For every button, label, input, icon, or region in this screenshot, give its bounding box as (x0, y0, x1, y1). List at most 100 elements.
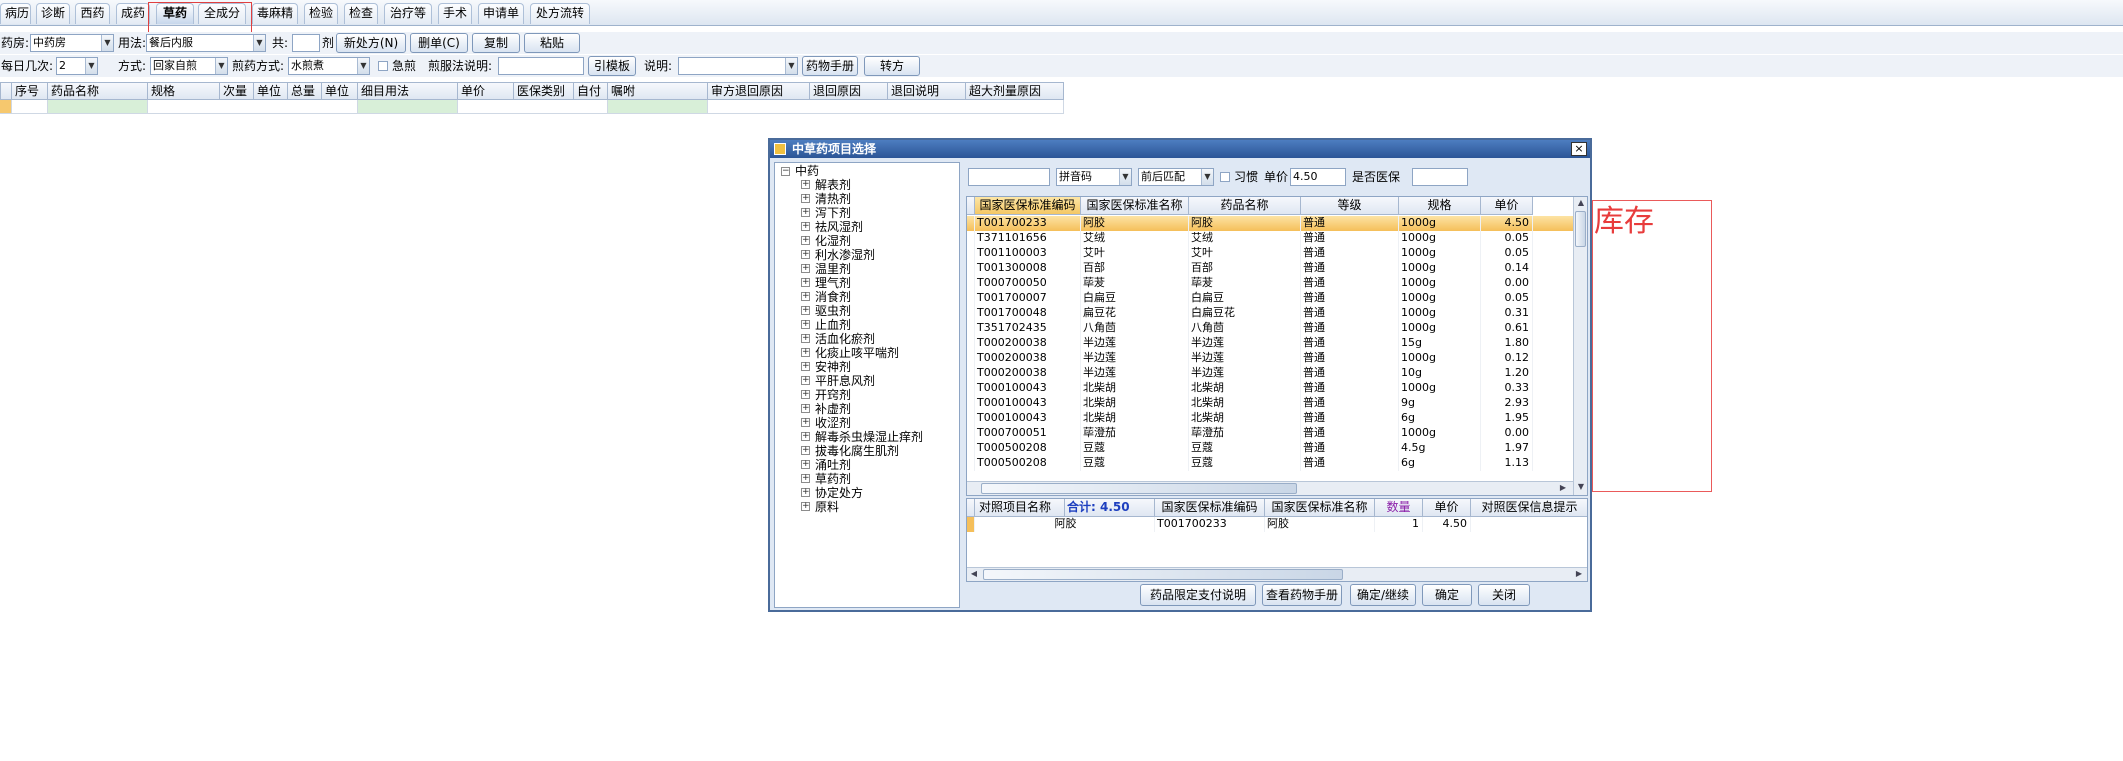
expand-icon[interactable]: + (801, 474, 810, 483)
table-cell[interactable]: 阿胶 (1189, 216, 1301, 231)
table-cell[interactable] (708, 100, 1064, 114)
table-cell[interactable]: 豆蔻 (1189, 441, 1301, 456)
table-cell[interactable]: 荜茇 (1081, 276, 1189, 291)
table-cell[interactable]: 1000g (1399, 246, 1481, 261)
row-indicator[interactable] (0, 100, 12, 114)
payment-restriction-button[interactable]: 药品限定支付说明 (1140, 584, 1256, 606)
table-cell[interactable]: 半边莲 (1189, 351, 1301, 366)
tree-root[interactable]: 中药 (795, 164, 819, 178)
table-cell[interactable]: 半边莲 (1081, 351, 1189, 366)
table-cell[interactable]: T001300008 (975, 261, 1081, 276)
expand-icon[interactable]: + (801, 320, 810, 329)
row-indicator[interactable] (967, 336, 975, 351)
table-cell[interactable]: 豆蔻 (1081, 456, 1189, 471)
expand-icon[interactable]: + (801, 432, 810, 441)
col-header[interactable]: 审方退回原因 (708, 82, 810, 100)
chevron-down-icon[interactable]: ▼ (85, 58, 97, 74)
pharmacy-select[interactable]: 中药房 ▼ (30, 34, 114, 52)
table-cell[interactable]: 普通 (1301, 366, 1399, 381)
decoct-method-select[interactable]: 水煎煮 ▼ (288, 57, 370, 75)
table-cell[interactable]: 阿胶 (975, 517, 1155, 532)
table-row[interactable]: T351702435 八角茴 八角茴 普通 1000g 0.61 (967, 321, 1587, 336)
expand-icon[interactable]: + (801, 334, 810, 343)
tab-medical-record[interactable]: 病历 (0, 3, 31, 24)
scroll-right-icon[interactable]: ▶ (1573, 568, 1585, 580)
table-row[interactable]: T000200038 半边莲 半边莲 普通 15g 1.80 (967, 336, 1587, 351)
horizontal-scrollbar[interactable]: ▶ (967, 481, 1573, 495)
table-cell[interactable]: 艾绒 (1081, 231, 1189, 246)
expand-icon[interactable]: + (801, 194, 810, 203)
row-indicator[interactable] (967, 426, 975, 441)
table-cell[interactable]: T000200038 (975, 336, 1081, 351)
table-cell[interactable] (358, 100, 458, 114)
row-indicator[interactable] (967, 411, 975, 426)
total-doses-input[interactable] (292, 34, 320, 52)
row-indicator[interactable] (967, 306, 975, 321)
confirm-button[interactable]: 确定 (1422, 584, 1472, 606)
expand-icon[interactable]: + (801, 292, 810, 301)
col-header[interactable]: 超大剂量原因 (966, 82, 1064, 100)
table-cell[interactable]: 普通 (1301, 306, 1399, 321)
copy-button[interactable]: 复制 (472, 33, 520, 53)
table-cell[interactable]: 4.50 (1423, 517, 1471, 532)
table-cell[interactable]: 艾绒 (1189, 231, 1301, 246)
table-cell[interactable]: 白扁豆 (1189, 291, 1301, 306)
expand-icon[interactable]: + (801, 264, 810, 273)
tab-narcotics[interactable]: 毒麻精 (252, 3, 298, 24)
table-cell[interactable]: T001700233 (1155, 517, 1265, 532)
table-cell[interactable]: 北柴胡 (1189, 396, 1301, 411)
expand-icon[interactable]: + (801, 348, 810, 357)
scroll-down-icon[interactable]: ▼ (1575, 481, 1587, 493)
col-header[interactable]: 对照项目名称 (975, 499, 1065, 517)
table-cell[interactable]: 普通 (1301, 231, 1399, 246)
tree-item[interactable]: 原料 (815, 500, 839, 514)
table-cell[interactable]: 1.13 (1481, 456, 1533, 471)
col-header[interactable]: 国家医保标准名称 (1081, 197, 1189, 215)
col-header[interactable]: 国家医保标准编码 (975, 197, 1081, 215)
table-cell[interactable]: T000500208 (975, 456, 1081, 471)
row-indicator[interactable] (967, 291, 975, 306)
col-header[interactable]: 自付 (574, 82, 608, 100)
table-cell[interactable]: 八角茴 (1189, 321, 1301, 336)
tab-diagnosis[interactable]: 诊断 (36, 3, 70, 24)
insurance-input[interactable] (1412, 168, 1468, 186)
col-header[interactable]: 单价 (1423, 499, 1471, 517)
tree-item[interactable]: 收涩剂 (815, 416, 851, 430)
table-cell[interactable]: 1.80 (1481, 336, 1533, 351)
table-cell[interactable]: 1000g (1399, 261, 1481, 276)
table-cell[interactable] (458, 100, 608, 114)
table-cell[interactable]: 白扁豆花 (1189, 306, 1301, 321)
row-indicator[interactable] (967, 441, 975, 456)
expand-icon[interactable]: + (801, 180, 810, 189)
scroll-thumb[interactable] (981, 483, 1297, 494)
table-cell[interactable]: T000100043 (975, 411, 1081, 426)
match-mode-select[interactable]: 前后匹配 ▼ (1138, 168, 1214, 186)
table-row[interactable]: T000100043 北柴胡 北柴胡 普通 6g 1.95 (967, 411, 1587, 426)
tree-item[interactable]: 开窍剂 (815, 388, 851, 402)
tab-lab-test[interactable]: 检验 (304, 3, 338, 24)
table-cell[interactable]: T001700007 (975, 291, 1081, 306)
table-cell[interactable]: 0.12 (1481, 351, 1533, 366)
table-cell[interactable]: 1 (1375, 517, 1423, 532)
tree-item[interactable]: 清热剂 (815, 192, 851, 206)
chevron-down-icon[interactable]: ▼ (101, 35, 113, 51)
chevron-down-icon[interactable]: ▼ (785, 58, 797, 74)
expand-icon[interactable]: + (801, 222, 810, 231)
table-cell[interactable] (48, 100, 148, 114)
col-header[interactable]: 退回原因 (810, 82, 888, 100)
col-header[interactable]: 国家医保标准名称 (1265, 499, 1375, 517)
table-cell[interactable]: 0.05 (1481, 291, 1533, 306)
table-cell[interactable]: 0.05 (1481, 231, 1533, 246)
tab-treatment[interactable]: 治疗等 (384, 3, 432, 24)
collapse-icon[interactable]: − (781, 167, 790, 176)
table-cell[interactable]: 北柴胡 (1081, 411, 1189, 426)
expand-icon[interactable]: + (801, 362, 810, 371)
col-header[interactable]: 对照医保信息提示 (1471, 499, 1587, 517)
col-header[interactable]: 规格 (1399, 197, 1481, 215)
price-input[interactable]: 4.50 (1290, 168, 1346, 186)
scroll-left-icon[interactable]: ◀ (968, 568, 980, 580)
table-row[interactable]: T001700007 白扁豆 白扁豆 普通 1000g 0.05 (967, 291, 1587, 306)
col-header[interactable]: 序号 (12, 82, 48, 100)
col-header[interactable]: 医保类别 (514, 82, 574, 100)
table-cell[interactable] (148, 100, 358, 114)
